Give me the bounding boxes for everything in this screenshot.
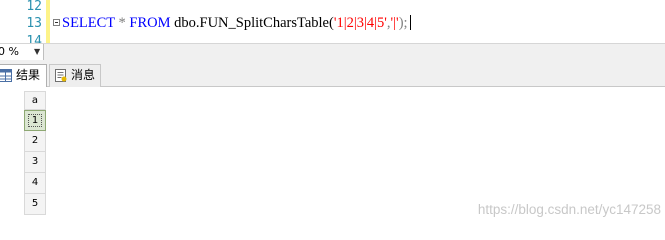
messages-icon [55, 69, 67, 82]
operator-star: * [114, 15, 130, 31]
line-number: 12 [26, 0, 42, 14]
cell-value: 4 [31, 177, 39, 188]
tab-messages-label: 消息 [71, 68, 96, 82]
sql-query-window: 12 13 14 SELECT * FROM dbo.FUN_SplitChar… [0, 0, 665, 220]
dropdown-arrow-icon[interactable]: ▼ [34, 44, 40, 59]
query-editor[interactable]: 12 13 14 SELECT * FROM dbo.FUN_SplitChar… [0, 0, 665, 43]
keyword-from: FROM [129, 15, 171, 31]
tab-messages[interactable]: 消息 [49, 64, 101, 87]
table-row[interactable]: 2 [24, 131, 46, 152]
closing-paren: ); [398, 15, 408, 31]
table-row[interactable]: 1 [24, 110, 46, 131]
cell-value: 3 [31, 156, 39, 167]
results-grid-area: a 1 2 3 4 5 https://blog.csdn.net/yc1472… [0, 87, 665, 220]
table-row[interactable]: 5 [24, 194, 46, 215]
tab-results-label: 结果 [16, 68, 41, 82]
cell-value: 5 [31, 198, 39, 209]
code-line[interactable]: SELECT * FROM dbo.FUN_SplitCharsTable('1… [62, 15, 411, 32]
table-row[interactable]: 3 [24, 152, 46, 173]
string-literal: '1|2|3|4|5' [333, 15, 387, 31]
line-number-gutter: 12 13 14 [0, 0, 44, 43]
keyword-select: SELECT [62, 15, 115, 31]
function-call: dbo.FUN_SplitCharsTable( [170, 15, 334, 31]
text-caret [409, 15, 411, 30]
watermark: https://blog.csdn.net/yc147258 [477, 202, 661, 217]
results-tab-bar: 结果 消息 [0, 60, 665, 87]
cell-value: 1 [27, 114, 43, 127]
line-number: 13 [26, 16, 42, 31]
editor-status-strip: 0 % ▼ [0, 43, 665, 60]
tab-results[interactable]: 结果 [0, 64, 47, 87]
change-tracking-bar [46, 0, 50, 43]
string-literal: '|' [390, 15, 399, 31]
collapse-icon[interactable] [53, 19, 60, 26]
cell-value: 2 [31, 135, 39, 146]
zoom-dropdown[interactable]: 0 % ▼ [0, 44, 44, 60]
column-header[interactable]: a [24, 91, 46, 110]
zoom-level: 0 % [0, 45, 19, 58]
grid-results-icon [0, 69, 12, 82]
line-number: 14 [26, 34, 42, 43]
table-row[interactable]: 4 [24, 173, 46, 194]
